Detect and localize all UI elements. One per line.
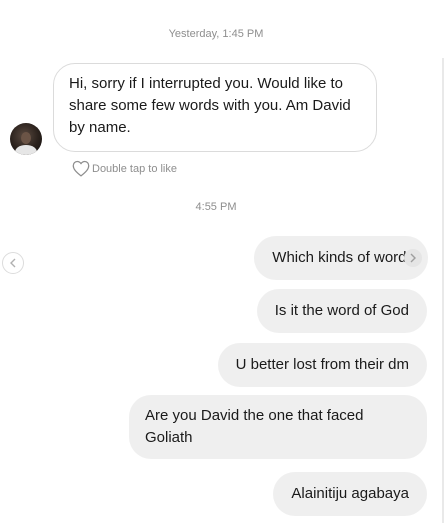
outgoing-message-text: Is it the word of God	[274, 302, 409, 319]
incoming-message-bubble[interactable]: Hi, sorry if I interrupted you. Would li…	[53, 63, 377, 152]
outgoing-message-bubble[interactable]: U better lost from their dm	[217, 343, 427, 387]
outgoing-message-bubble[interactable]: Is it the word of God	[256, 289, 427, 333]
outgoing-message-text: Alainitiju agabaya	[291, 485, 409, 502]
chevron-left-glyph	[10, 258, 16, 268]
outgoing-message-text: Are you David the one that faced Goliath	[145, 407, 364, 446]
outgoing-message-bubble[interactable]: Which kinds of words	[254, 236, 428, 280]
outgoing-message-text: Which kinds of words	[272, 249, 414, 266]
chevron-right-icon[interactable]	[404, 249, 422, 267]
double-tap-like-hint[interactable]: Double tap to like	[71, 160, 177, 177]
double-tap-like-label: Double tap to like	[92, 162, 177, 175]
avatar[interactable]	[10, 123, 42, 155]
timestamp-today: 4:55 PM	[195, 201, 237, 213]
outgoing-message-text: U better lost from their dm	[235, 356, 409, 373]
outgoing-message-bubble[interactable]: Are you David the one that faced Goliath	[129, 395, 427, 459]
avatar-face	[21, 132, 31, 144]
heart-outline-icon[interactable]	[71, 160, 91, 177]
outgoing-message-bubble[interactable]: Alainitiju agabaya	[273, 472, 427, 516]
incoming-message-text: Hi, sorry if I interrupted you. Would li…	[69, 75, 351, 136]
chevron-right-glyph	[410, 253, 416, 263]
timestamp-yesterday: Yesterday, 1:45 PM	[168, 28, 264, 40]
chevron-left-icon[interactable]	[2, 252, 24, 274]
avatar-shirt	[15, 145, 37, 155]
